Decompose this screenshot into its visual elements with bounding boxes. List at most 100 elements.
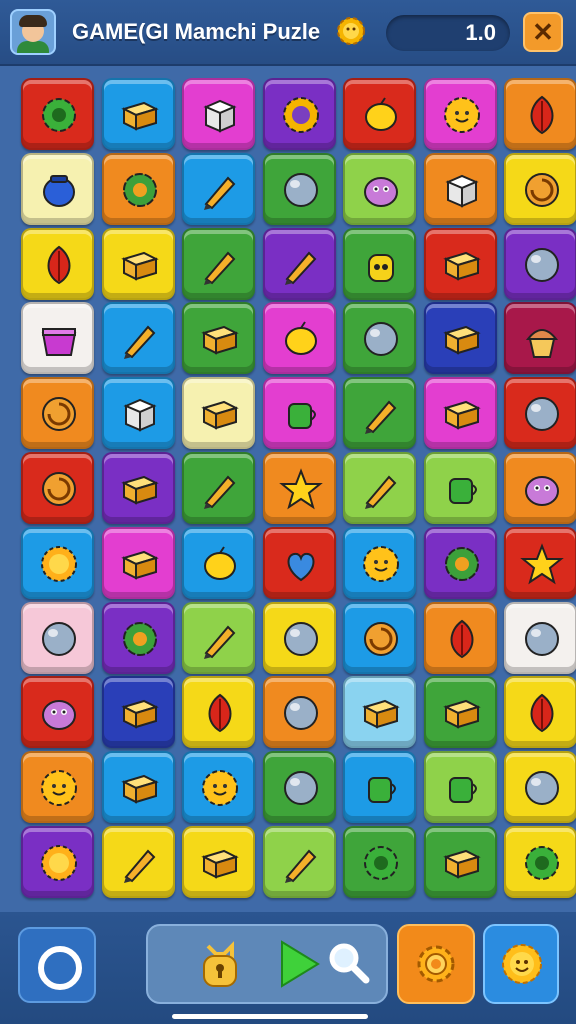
game-tile[interactable] [182,826,255,898]
game-tile[interactable] [102,153,175,225]
game-tile[interactable] [424,602,497,674]
game-tile[interactable] [424,78,497,150]
game-tile[interactable] [21,751,94,823]
game-tile[interactable] [182,676,255,748]
game-tile[interactable] [263,527,336,599]
settings-button[interactable] [397,924,475,1004]
game-tile[interactable] [504,676,576,748]
game-tile[interactable] [21,452,94,524]
pencil-icon [204,251,236,285]
game-tile[interactable] [424,826,497,898]
game-tile[interactable] [182,302,255,374]
game-tile[interactable] [424,452,497,524]
game-tile[interactable] [343,602,416,674]
game-tile[interactable] [102,527,175,599]
game-tile[interactable] [182,377,255,449]
menu-button[interactable] [18,927,96,1003]
cup-icon [288,403,316,429]
game-tile[interactable] [182,751,255,823]
game-tile[interactable] [21,527,94,599]
game-tile[interactable] [343,676,416,748]
game-tile[interactable] [504,302,576,374]
game-tile[interactable] [504,228,576,300]
game-tile[interactable] [182,228,255,300]
play-icon[interactable] [272,938,324,990]
box-icon [121,251,159,281]
game-tile[interactable] [21,153,94,225]
cupcake-icon [525,329,559,358]
game-tile[interactable] [263,826,336,898]
swirl-icon [42,397,76,431]
game-tile[interactable] [424,228,497,300]
game-tile[interactable] [102,78,175,150]
game-tile[interactable] [504,602,576,674]
game-tile[interactable] [21,377,94,449]
game-tile[interactable] [263,602,336,674]
game-tile[interactable] [182,78,255,150]
game-tile[interactable] [343,377,416,449]
game-tile[interactable] [182,602,255,674]
sun-face-icon [502,944,542,984]
game-tile[interactable] [102,826,175,898]
box-icon [121,774,159,804]
game-tile[interactable] [343,826,416,898]
game-tile[interactable] [182,153,255,225]
ball-icon [525,397,559,431]
monster-icon [42,700,76,730]
ball-icon [284,771,318,805]
game-tile[interactable] [263,228,336,300]
game-tile[interactable] [504,751,576,823]
game-tile[interactable] [504,153,576,225]
game-tile[interactable] [21,602,94,674]
cup-icon [449,478,477,504]
game-tile[interactable] [102,676,175,748]
game-tile[interactable] [343,228,416,300]
game-tile[interactable] [263,153,336,225]
cube-icon [123,398,157,432]
game-tile[interactable] [182,452,255,524]
box-icon [443,699,481,729]
game-tile[interactable] [102,751,175,823]
sun-button[interactable] [483,924,559,1004]
game-tile[interactable] [343,751,416,823]
game-tile[interactable] [263,751,336,823]
player-avatar[interactable] [10,9,56,55]
game-tile[interactable] [263,302,336,374]
game-tile[interactable] [343,527,416,599]
search-icon[interactable] [324,938,376,990]
game-tile[interactable] [263,676,336,748]
game-tile[interactable] [424,676,497,748]
game-tile[interactable] [504,78,576,150]
game-tile[interactable] [424,153,497,225]
ball-icon [284,622,318,656]
game-tile[interactable] [102,302,175,374]
game-tile[interactable] [343,452,416,524]
game-tile[interactable] [424,377,497,449]
game-tile[interactable] [182,527,255,599]
game-tile[interactable] [21,302,94,374]
game-tile[interactable] [263,452,336,524]
game-tile[interactable] [504,377,576,449]
game-tile[interactable] [504,826,576,898]
game-tile[interactable] [21,826,94,898]
game-tile[interactable] [263,78,336,150]
game-tile[interactable] [424,751,497,823]
game-tile[interactable] [21,676,94,748]
game-tile[interactable] [424,302,497,374]
game-tile[interactable] [504,527,576,599]
close-button[interactable]: ✕ [523,12,563,52]
game-tile[interactable] [504,452,576,524]
padlock-icon[interactable] [194,938,246,990]
game-tile[interactable] [343,302,416,374]
game-tile[interactable] [21,228,94,300]
game-tile[interactable] [21,78,94,150]
cube-icon [445,174,479,208]
game-tile[interactable] [102,377,175,449]
game-tile[interactable] [263,377,336,449]
game-tile[interactable] [102,228,175,300]
game-tile[interactable] [424,527,497,599]
game-tile[interactable] [102,452,175,524]
game-tile[interactable] [102,602,175,674]
game-tile[interactable] [343,78,416,150]
game-tile[interactable] [343,153,416,225]
